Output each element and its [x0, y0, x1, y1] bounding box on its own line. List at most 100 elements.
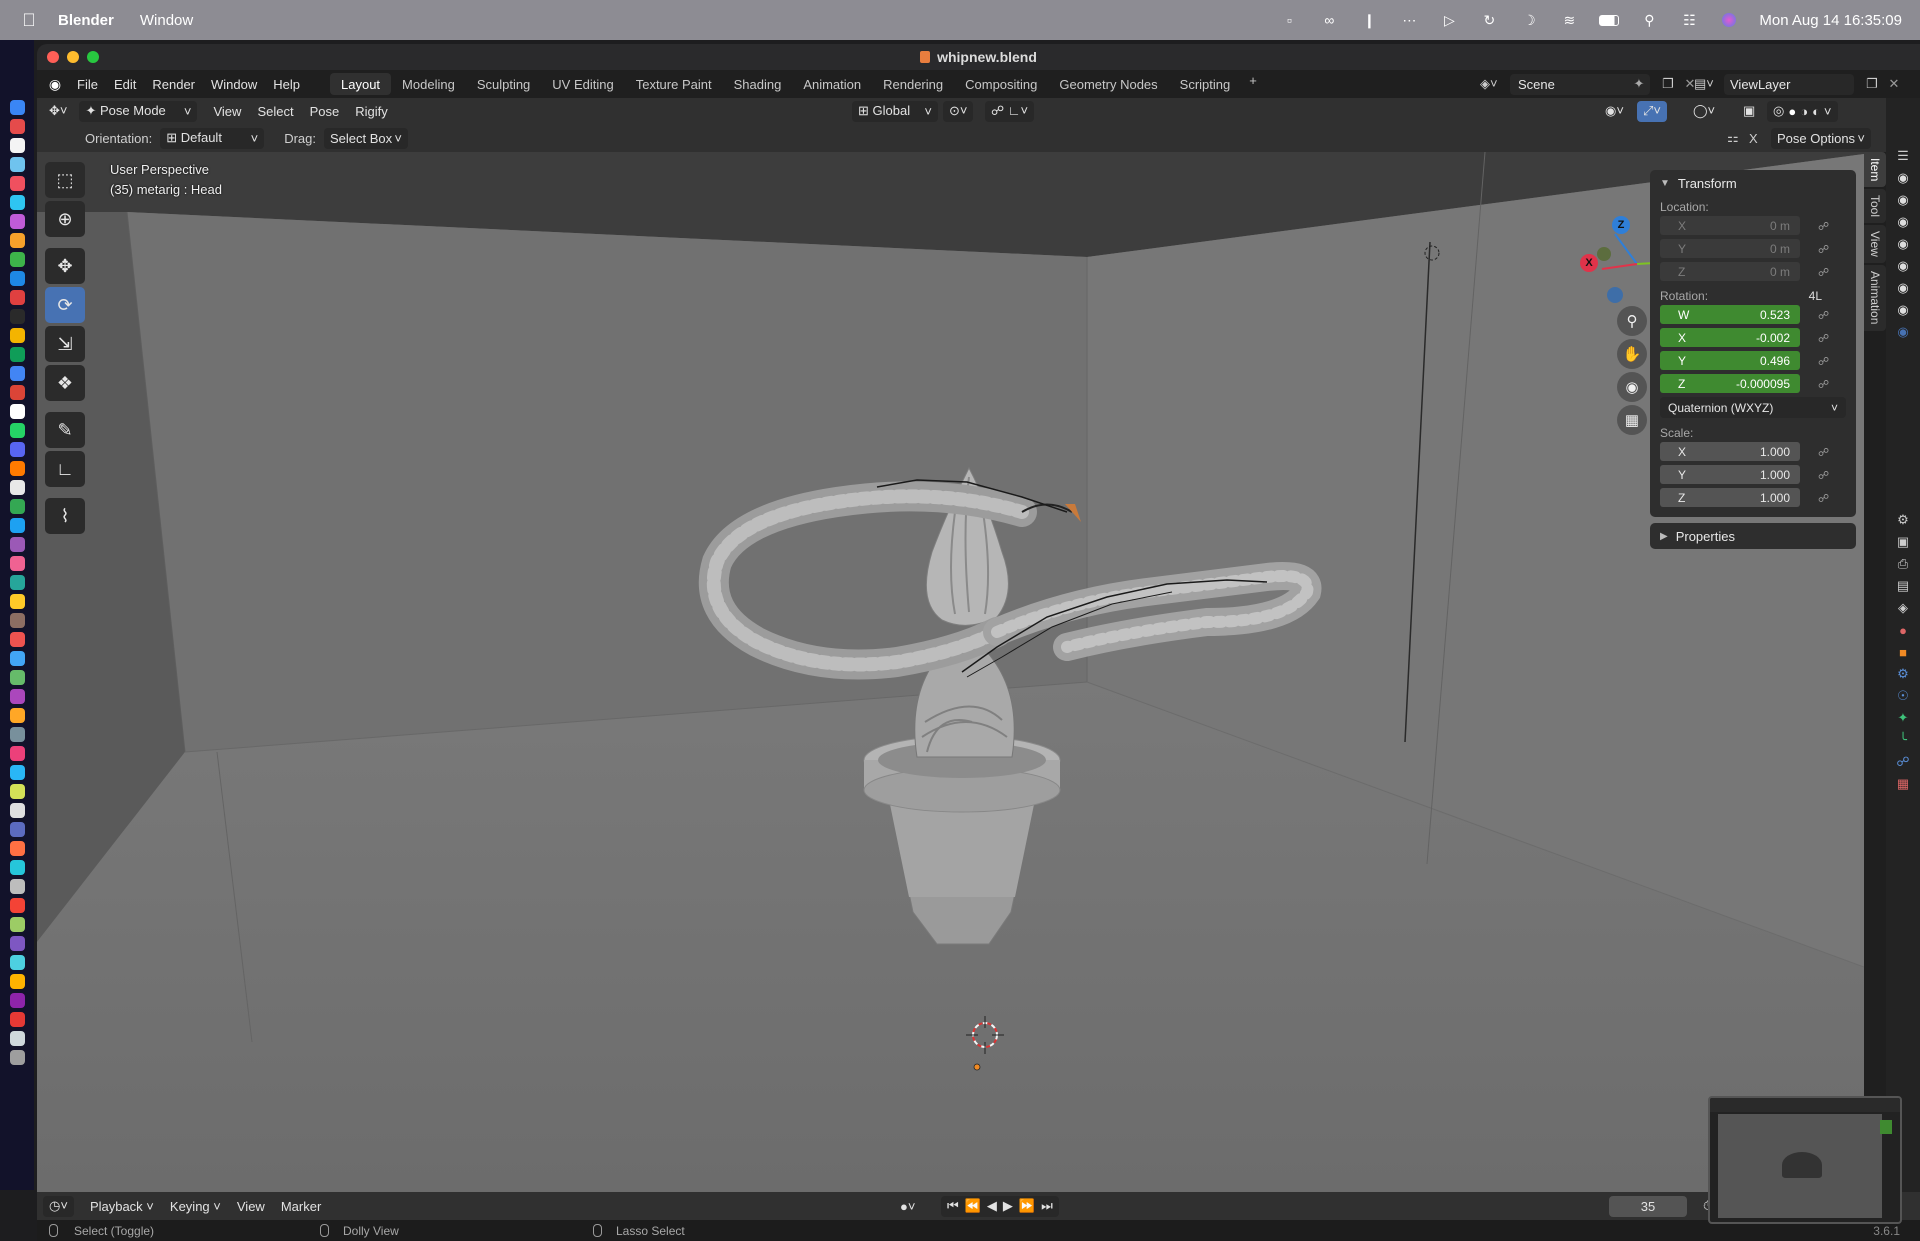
view-layer-icon[interactable]: ▤˅ — [1694, 76, 1724, 92]
apple-menu-icon[interactable]:  — [0, 10, 58, 31]
dock-app-icon[interactable] — [9, 100, 25, 115]
tab-compositing[interactable]: Compositing — [954, 73, 1048, 95]
lock-icon[interactable]: ☍ — [1818, 309, 1832, 322]
transform-tool-icon[interactable]: ❖ — [45, 365, 85, 401]
dock-app-icon[interactable] — [9, 271, 25, 286]
pan-hand-icon[interactable]: ✋ — [1617, 339, 1647, 369]
add-workspace-button[interactable]: + — [1241, 73, 1265, 95]
visibility-dropdown[interactable]: ◉˅ — [1599, 101, 1630, 122]
scale-x-field[interactable]: X 1.000 — [1660, 442, 1800, 461]
dock-app-icon[interactable] — [9, 841, 25, 856]
tab-tool[interactable]: Tool — [1864, 189, 1886, 224]
dock-app-icon[interactable] — [9, 119, 25, 134]
camera-icon[interactable]: ◉ — [1895, 170, 1911, 186]
dock-app-icon[interactable] — [9, 176, 25, 191]
close-window-button[interactable] — [47, 51, 59, 63]
mode-dropdown[interactable]: ✦ Pose Mode ˅ — [79, 100, 198, 122]
tool-properties-icon[interactable]: ⚙ — [1895, 512, 1911, 528]
lock-icon[interactable]: ☍ — [1818, 266, 1832, 279]
dock-app-icon[interactable] — [9, 898, 25, 913]
select-box-tool-icon[interactable]: ⬚ — [45, 162, 85, 198]
new-view-layer-icon[interactable]: ❐ — [1860, 76, 1884, 92]
dock-app-icon[interactable] — [9, 347, 25, 362]
lock-icon[interactable]: ☍ — [1818, 469, 1832, 482]
play-reverse-icon[interactable]: ◀ — [987, 1198, 997, 1214]
playback-controls[interactable]: ⏮ ⏪ ◀ ▶ ⏩ ⏭ — [941, 1195, 1059, 1217]
moon-icon[interactable]: ☽ — [1519, 11, 1539, 29]
render-properties-icon[interactable]: ▣ — [1895, 534, 1911, 550]
gizmo-z-axis[interactable]: Z — [1612, 216, 1630, 234]
timeline-editor-type-button[interactable]: ◷˅ — [43, 1195, 74, 1217]
dock-app-icon[interactable] — [9, 974, 25, 989]
rotation-4l-toggle[interactable]: 4L — [1809, 289, 1822, 303]
current-frame-field[interactable]: 35 — [1609, 1195, 1687, 1217]
dock-app-icon[interactable] — [9, 518, 25, 533]
dock-app-icon[interactable] — [9, 632, 25, 647]
tab-uv-editing[interactable]: UV Editing — [541, 73, 624, 95]
dock-app-icon[interactable] — [9, 993, 25, 1008]
dock-app-icon[interactable] — [9, 423, 25, 438]
mirror-x-toggle[interactable]: X — [1749, 131, 1758, 146]
shading-modes[interactable]: ◎ ● ◑ ◐ ˅ — [1767, 100, 1838, 122]
battery-icon[interactable] — [1599, 11, 1620, 29]
tab-modeling[interactable]: Modeling — [391, 73, 466, 95]
camera-view-icon[interactable]: ◉ — [1617, 372, 1647, 402]
properties-panel-header[interactable]: ▶ Properties — [1650, 523, 1856, 549]
dock-app-icon[interactable] — [9, 138, 25, 153]
tab-layout[interactable]: Layout — [330, 73, 392, 95]
camera-icon[interactable]: ◉ — [1895, 258, 1911, 274]
menu-help[interactable]: Help — [265, 77, 308, 92]
rotation-x-field[interactable]: X -0.002 — [1660, 328, 1800, 347]
dock-app-icon[interactable] — [9, 860, 25, 875]
mac-menu-window[interactable]: Window — [140, 12, 193, 29]
camera-icon[interactable]: ◉ — [1895, 192, 1911, 208]
annotate-tool-icon[interactable]: ✎ — [45, 412, 85, 448]
tab-shading[interactable]: Shading — [723, 73, 793, 95]
object-properties-icon[interactable]: ■ — [1895, 644, 1911, 660]
dock-app-icon[interactable] — [9, 290, 25, 305]
tab-geometry-nodes[interactable]: Geometry Nodes — [1048, 73, 1168, 95]
dock-app-icon[interactable] — [9, 385, 25, 400]
scene-properties-icon[interactable]: ◈ — [1895, 600, 1911, 616]
xray-toggle[interactable]: ▣ — [1737, 101, 1761, 122]
dock-app-icon[interactable] — [9, 727, 25, 742]
camera-icon[interactable]: ◉ — [1895, 302, 1911, 318]
dock-app-icon[interactable] — [9, 670, 25, 685]
pivot-point-dropdown[interactable]: ⊙˅ — [943, 100, 974, 122]
play-icon[interactable]: ▶ — [1003, 1198, 1013, 1214]
modifier-properties-icon[interactable]: ⚙ — [1895, 666, 1911, 682]
snap-toggle[interactable]: ☍ ∟˅ — [985, 100, 1035, 122]
bone-properties-icon[interactable]: ╰ — [1895, 732, 1911, 748]
jump-end-icon[interactable]: ⏭ — [1041, 1198, 1053, 1214]
next-keyframe-icon[interactable]: ⏩ — [1019, 1198, 1035, 1214]
mac-app-name[interactable]: Blender — [58, 12, 114, 29]
solid-shading-icon[interactable]: ● — [1788, 104, 1796, 119]
output-properties-icon[interactable]: ⎙ — [1895, 556, 1911, 572]
dock-app-icon[interactable] — [9, 157, 25, 172]
dock-app-icon[interactable] — [9, 1031, 25, 1046]
dock-app-icon[interactable] — [9, 955, 25, 970]
menu-window[interactable]: Window — [203, 77, 265, 92]
lock-icon[interactable]: ☍ — [1818, 355, 1832, 368]
dock-app-icon[interactable] — [9, 613, 25, 628]
perspective-toggle-icon[interactable]: ▦ — [1617, 405, 1647, 435]
location-y-field[interactable]: Y0 m — [1660, 239, 1800, 258]
menu-marker[interactable]: Marker — [275, 1196, 327, 1217]
scale-tool-icon[interactable]: ⇲ — [45, 326, 85, 362]
rotation-y-field[interactable]: Y 0.496 — [1660, 351, 1800, 370]
pin-icon[interactable]: ✦ — [1628, 76, 1650, 92]
camera-icon[interactable]: ◉ — [1895, 214, 1911, 230]
dock-app-icon[interactable] — [9, 689, 25, 704]
scale-z-field[interactable]: Z 1.000 — [1660, 488, 1800, 507]
dock-app-icon[interactable] — [9, 480, 25, 495]
lock-icon[interactable]: ☍ — [1818, 446, 1832, 459]
play-circle-icon[interactable]: ▷ — [1439, 11, 1459, 29]
view-layer-field[interactable]: ViewLayer — [1724, 73, 1854, 95]
creative-cloud-icon[interactable]: ∞ — [1319, 11, 1339, 29]
dock-app-icon[interactable] — [9, 594, 25, 609]
rotation-mode-dropdown[interactable]: Quaternion (WXYZ) ˅ — [1660, 397, 1846, 418]
dock-app-icon[interactable] — [9, 461, 25, 476]
dock-app-icon[interactable] — [9, 803, 25, 818]
outliner-icon[interactable]: ☰ — [1895, 148, 1911, 164]
lock-icon[interactable]: ☍ — [1818, 492, 1832, 505]
